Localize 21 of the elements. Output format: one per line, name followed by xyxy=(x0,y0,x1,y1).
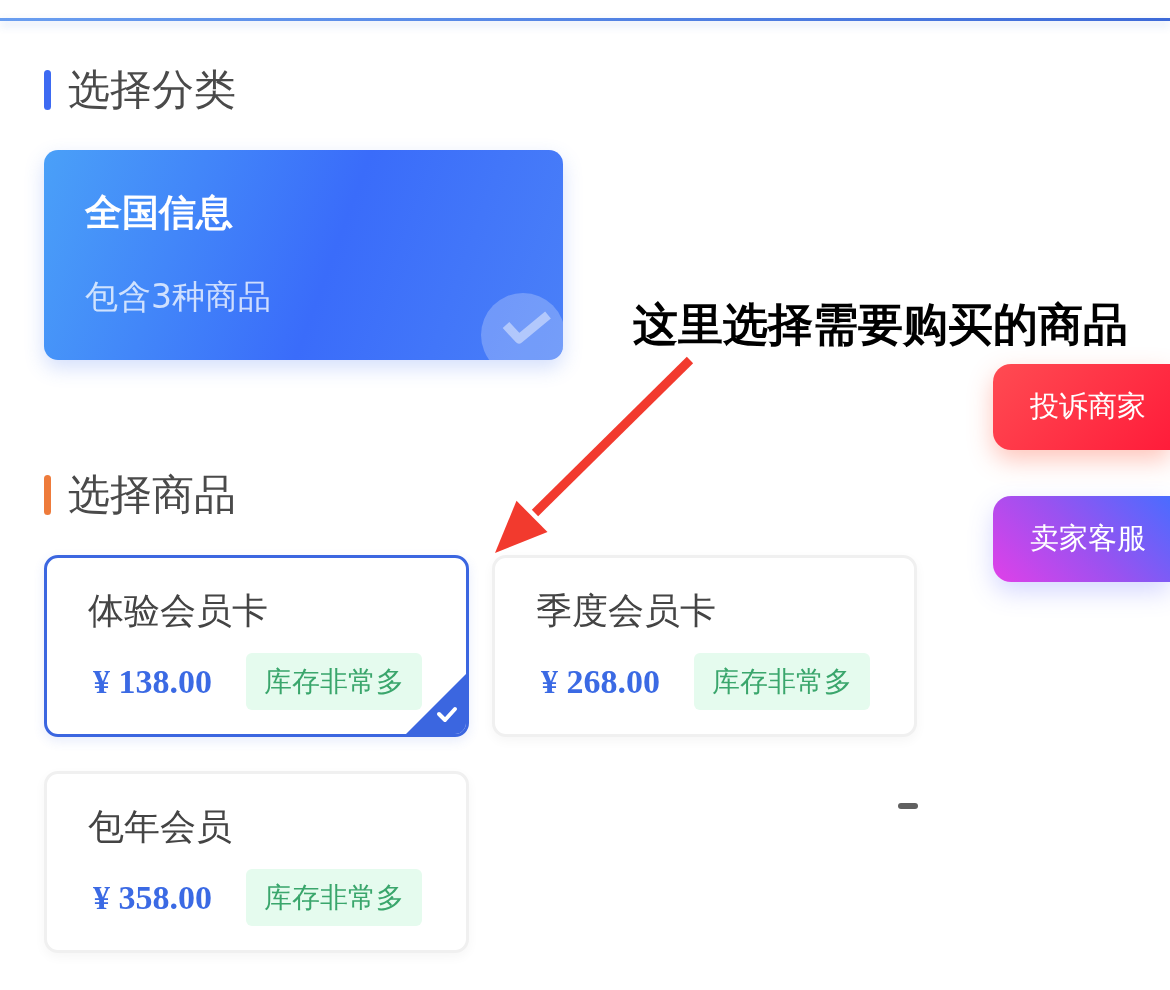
category-subtitle: 包含3种商品 xyxy=(85,277,272,317)
product-name: 体验会员卡 xyxy=(88,591,269,631)
product-price: ¥ 358.00 xyxy=(93,878,212,916)
stock-badge: 库存非常多 xyxy=(246,653,422,710)
product-name: 季度会员卡 xyxy=(536,591,717,631)
dash-icon xyxy=(898,803,918,809)
product-price: ¥ 268.00 xyxy=(541,662,660,700)
product-card[interactable]: 包年会员 ¥ 358.00 库存非常多 xyxy=(44,771,469,953)
product-price: ¥ 138.00 xyxy=(93,662,212,700)
section-heading: 选择商品 xyxy=(68,473,236,517)
stock-badge: 库存非常多 xyxy=(694,653,870,710)
corner-check-icon xyxy=(406,674,466,734)
annotation-text: 这里选择需要购买的商品 xyxy=(633,298,1128,352)
product-card[interactable]: 季度会员卡 ¥ 268.00 库存非常多 xyxy=(492,555,917,737)
product-name: 包年会员 xyxy=(88,807,233,847)
category-title: 全国信息 xyxy=(85,191,234,235)
service-button[interactable]: 卖家客服 xyxy=(993,496,1170,582)
product-card[interactable]: 体验会员卡 ¥ 138.00 库存非常多 xyxy=(44,555,469,737)
complaint-button[interactable]: 投诉商家 xyxy=(993,364,1170,450)
stock-badge: 库存非常多 xyxy=(246,869,422,926)
section-heading: 选择分类 xyxy=(68,68,236,112)
